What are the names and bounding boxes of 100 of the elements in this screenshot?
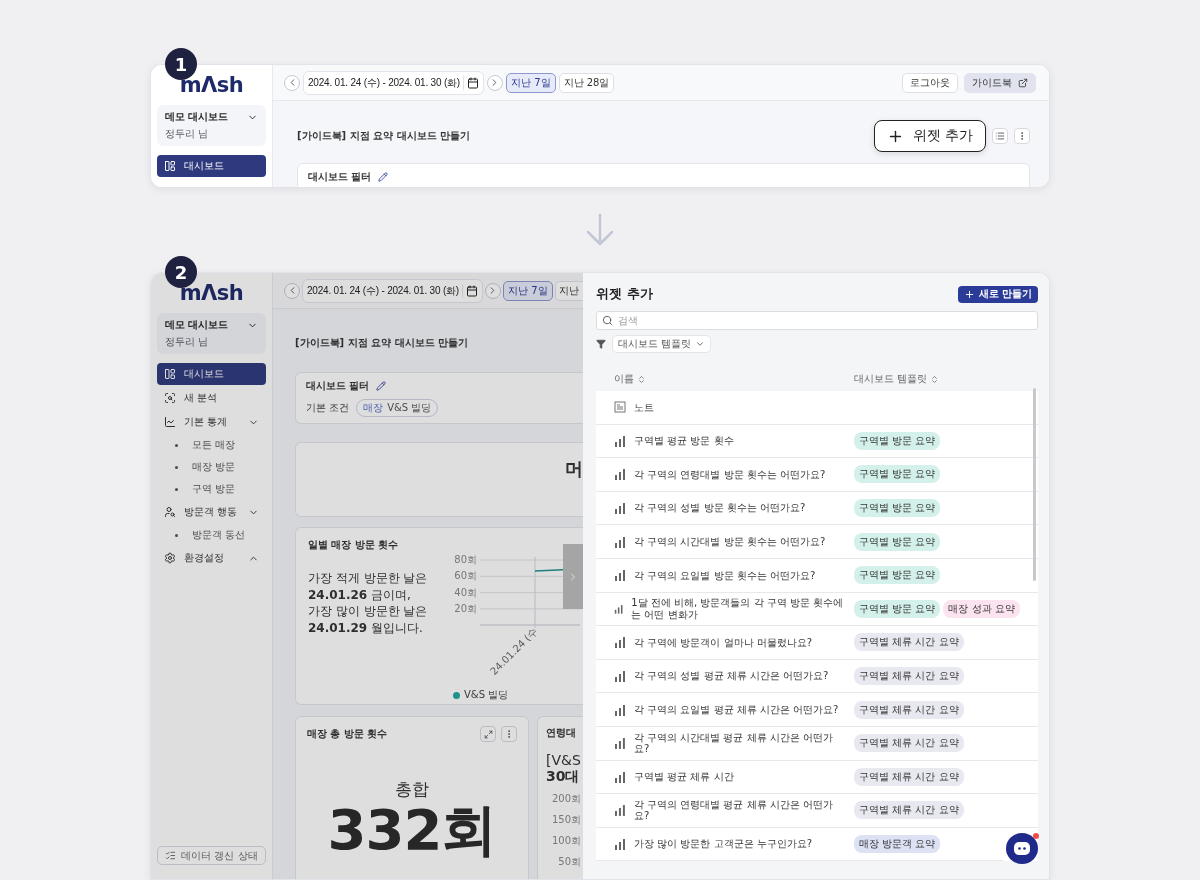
axis-label: 50회: [558, 855, 581, 870]
widget-row[interactable]: 각 구역의 요일별 평균 체류 시간은 어떤가요? 구역별 체류 시간 요약: [596, 693, 1038, 727]
search-field[interactable]: 검색: [596, 311, 1038, 330]
dashboard-selector[interactable]: 데모 대시보드 정두리 님: [157, 105, 266, 146]
template-tag: 구역별 체류 시간 요약: [854, 633, 964, 652]
template-tag: 구역별 체류 시간 요약: [854, 667, 964, 686]
widget-row[interactable]: 각 구역의 성별 평균 체류 시간은 어떤가요? 구역별 체류 시간 요약: [596, 659, 1038, 694]
nav-icon: [164, 416, 176, 428]
list-view-button[interactable]: [992, 128, 1008, 144]
filter-card: 대시보드 필터 기본 조건 매장 V&S 빌딩: [295, 372, 583, 424]
widget-name: 구역별 평균 체류 시간: [634, 771, 735, 783]
nav-icon: [164, 506, 176, 518]
total-label: 총합: [395, 778, 429, 801]
bar-chart-icon: [614, 737, 626, 750]
bullet-dot: [175, 443, 178, 447]
widget-row[interactable]: 각 구역의 시간대별 평균 체류 시간은 어떤가요? 구역별 체류 시간 요약: [596, 726, 1038, 761]
edit-icon[interactable]: [378, 172, 389, 182]
nav-icon: [164, 368, 176, 380]
bar-chart-icon: [614, 502, 626, 515]
nav-item[interactable]: 대시보드: [157, 155, 266, 177]
nav-icon: [164, 392, 176, 404]
dashboard-selector[interactable]: 데모 대시보드 정두리 님: [157, 313, 266, 354]
nav-item[interactable]: 대시보드: [157, 363, 266, 385]
summary-text: [V&S: [546, 752, 582, 769]
widget-row[interactable]: 각 구역의 연령대별 방문 횟수는 어떤가요? 구역별 방문 요약: [596, 458, 1038, 492]
widget-row[interactable]: 각 구역의 연령대별 평균 체류 시간은 어떤가요? 구역별 체류 시간 요약: [596, 794, 1038, 828]
widget-row[interactable]: 가장 많이 방문한 고객군은 누구인가요? 매장 방문객 요약: [596, 827, 1003, 862]
axis-label: 150회: [551, 813, 581, 828]
column-header[interactable]: 대시보드 템플릿: [854, 372, 1038, 386]
axis-label: 60회: [454, 570, 477, 582]
nav-subitem[interactable]: 방문객 동선: [157, 525, 266, 545]
template-tag: 구역별 방문 요약: [854, 532, 941, 551]
nav-item[interactable]: 기본 통계: [157, 411, 266, 433]
template-dropdown[interactable]: 대시보드 템플릿: [612, 335, 712, 353]
column-header[interactable]: 이름: [614, 372, 854, 386]
widget-row[interactable]: 각 구역에 방문객이 얼마나 머물렀나요? 구역별 체류 시간 요약: [596, 626, 1038, 660]
filter-icon: [596, 339, 606, 349]
template-tag: 구역별 방문 요약: [854, 465, 941, 484]
bar-chart-icon: [614, 468, 626, 481]
chat-icon: [1013, 840, 1031, 857]
widget-row[interactable]: 구역별 평균 방문 횟수 구역별 방문 요약: [596, 424, 1038, 459]
period-tab[interactable]: 지난 7일: [503, 280, 553, 301]
nav-subitem[interactable]: 매장 방문: [157, 457, 266, 477]
period-tab[interactable]: 지난: [554, 280, 583, 301]
widget-name: 1달 전에 비해, 방문객들의 각 구역 방문 횟수에는 어떤 변화가: [631, 597, 845, 621]
widget-name: 가장 많이 방문한 고객군은 누구인가요?: [634, 838, 814, 850]
widget-row[interactable]: 각 구역의 시간대별 방문 횟수는 어떤가요? 구역별 방문 요약: [596, 525, 1038, 559]
card-title: 연령대: [546, 726, 577, 740]
widget-row[interactable]: 1달 전에 비해, 방문객들의 각 구역 방문 횟수에는 어떤 변화가 구역별 방문 요약 매장 성과 요약: [596, 592, 1038, 627]
axis-label: 80회: [454, 554, 477, 565]
period-tab[interactable]: 지난 28일: [558, 72, 615, 93]
step-badge: 1: [165, 48, 197, 80]
widget-name: 각 구역의 성별 평균 체류 시간은 어떤가요?: [634, 670, 830, 682]
template-tag: 구역별 방문 요약: [854, 499, 941, 518]
bar-chart-icon: [614, 804, 626, 817]
bar-chart-icon: [614, 434, 626, 447]
expand-button[interactable]: [480, 726, 496, 742]
bar-chart-icon: [614, 535, 626, 548]
create-new-button[interactable]: 새로 만들기: [957, 285, 1038, 303]
widget-row[interactable]: 각 구역의 요일별 방문 횟수는 어떤가요? 구역별 방문 요약: [596, 558, 1038, 593]
previous-button[interactable]: [284, 282, 300, 299]
widget-row[interactable]: 구역별 평균 체류 시간 구역별 체류 시간 요약: [596, 760, 1038, 795]
previous-button[interactable]: [284, 74, 300, 91]
plus-icon: [963, 288, 975, 300]
date-range-picker[interactable]: 2024. 01. 24 (수) - 2024. 01. 30 (화): [302, 278, 483, 303]
period-tab[interactable]: 지난 7일: [506, 72, 556, 93]
widget-name: 구역별 평균 방문 횟수: [634, 435, 735, 447]
bullet-dot: [175, 465, 178, 469]
refresh-status-button[interactable]: 데이터 갱신 상태: [157, 846, 266, 865]
nav-subitem[interactable]: 구역 방문: [157, 479, 266, 499]
nav-subitem[interactable]: 모든 매장: [157, 435, 266, 455]
logout-button[interactable]: 로그아웃: [902, 72, 958, 93]
more-button[interactable]: [1014, 128, 1030, 144]
widget-row[interactable]: 각 구역의 성별 방문 횟수는 어떤가요? 구역별 방문 요약: [596, 491, 1038, 526]
axis-label: 40회: [454, 586, 477, 598]
guide-button[interactable]: 가이드북: [964, 72, 1036, 93]
total-value: 332회: [327, 801, 497, 860]
widget-name: 각 구역의 연령대별 평균 체류 시간은 어떤가요?: [633, 798, 834, 822]
calendar-icon: [467, 76, 479, 89]
down-arrow-icon: [585, 213, 615, 247]
list-icon: [165, 850, 177, 861]
bar-chart-icon: [614, 636, 626, 649]
nav-item[interactable]: 환경설정: [157, 547, 266, 569]
add-widget-button[interactable]: 위젯 추가: [873, 120, 986, 152]
more-button[interactable]: [501, 726, 517, 742]
next-button[interactable]: [487, 74, 503, 91]
next-button[interactable]: [485, 282, 501, 299]
step-badge: 2: [165, 256, 197, 288]
nav-item[interactable]: 새 분석: [157, 387, 266, 409]
drawer-title: 위젯 추가: [596, 285, 653, 303]
template-tag: 구역별 방문 요약: [854, 599, 941, 618]
filter-card: 대시보드 필터: [297, 163, 1030, 187]
headline-text: 머: [565, 457, 583, 481]
edit-icon[interactable]: [376, 381, 387, 391]
axis-label: 100회: [551, 834, 581, 849]
notification-dot: [1033, 833, 1039, 839]
bullet-dot: [175, 533, 178, 537]
date-range-picker[interactable]: 2024. 01. 24 (수) - 2024. 01. 30 (화): [303, 70, 484, 95]
chat-button[interactable]: [1006, 833, 1038, 864]
nav-item[interactable]: 방문객 행동: [157, 501, 266, 523]
